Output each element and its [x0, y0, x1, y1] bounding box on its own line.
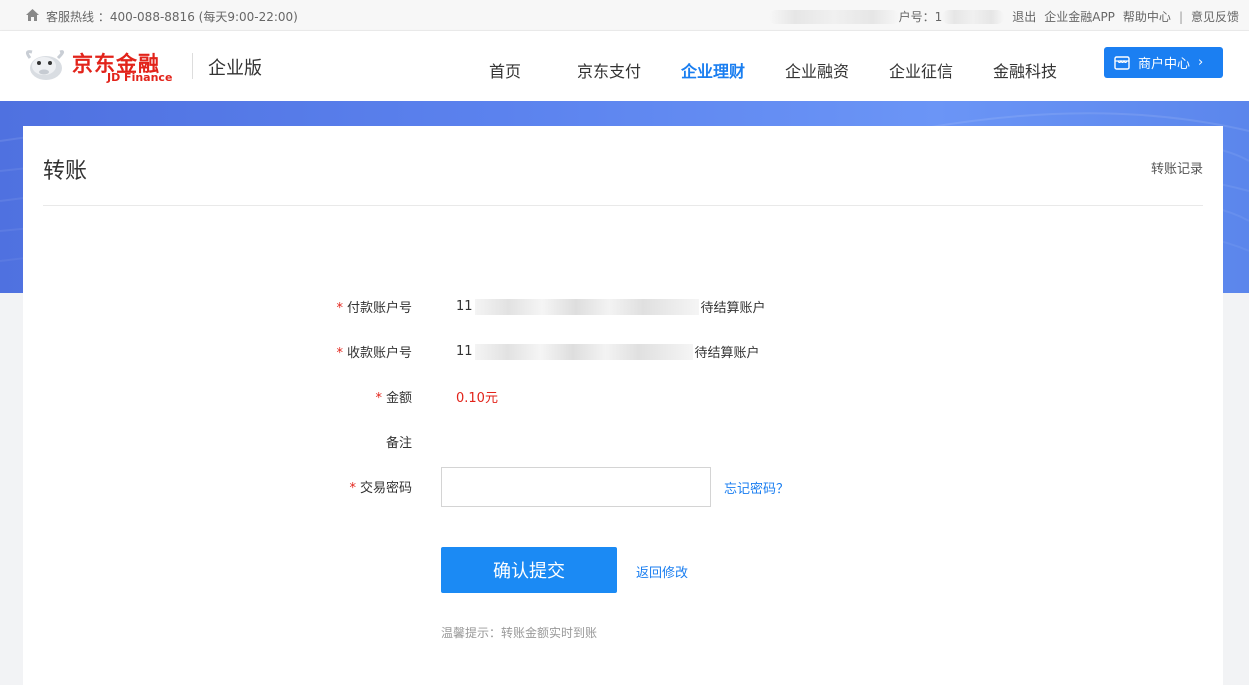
- page-title: 转账: [43, 159, 88, 184]
- merchant-center-button[interactable]: 商户中心 ›: [1104, 47, 1223, 78]
- feedback-link[interactable]: 意见反馈: [1191, 8, 1239, 25]
- payer-account-value: 11 待结算账户: [456, 297, 766, 316]
- link-separator: |: [1178, 9, 1183, 24]
- merchant-center-label: 商户中心: [1138, 57, 1191, 72]
- payee-account-type: 待结算账户: [694, 346, 760, 361]
- amount-label: * 金额: [375, 391, 412, 406]
- back-edit-link[interactable]: 返回修改: [636, 562, 688, 581]
- masked-username: [768, 9, 899, 24]
- logout-link[interactable]: 退出: [1012, 8, 1036, 25]
- main-nav: 首页 京东支付 企业理财 企业融资 企业征信 金融科技: [0, 58, 1249, 82]
- chevron-right-icon: ›: [1198, 55, 1204, 70]
- masked-account-number: [942, 9, 1005, 24]
- enterprise-app-link[interactable]: 企业金融APP: [1044, 8, 1115, 25]
- required-mark: *: [336, 346, 343, 361]
- hotline-text: 客服热线 ：400-088-8816 (每天9:00-22:00): [46, 10, 298, 24]
- payer-account-row: * 付款账户号 11 待结算账户: [23, 297, 1223, 317]
- required-mark: *: [349, 481, 356, 496]
- confirm-submit-button[interactable]: 确认提交: [441, 547, 617, 593]
- account-number-label: 户号：1: [898, 10, 943, 24]
- home-icon: [26, 9, 39, 21]
- transaction-password-input[interactable]: [441, 467, 711, 507]
- amount-value: 0.10元: [456, 391, 498, 406]
- masked-payer-account: [474, 298, 699, 315]
- payer-account-type: 待结算账户: [700, 301, 766, 316]
- transfer-tip: 温馨提示：转账金额实时到账: [441, 626, 598, 640]
- required-mark: *: [336, 301, 343, 316]
- transfer-history-link[interactable]: 转账记录: [1151, 158, 1203, 177]
- main-header: 京东金融 JD Finance 企业版 首页 京东支付 企业理财 企业融资 企业…: [0, 31, 1249, 101]
- masked-payee-account: [474, 343, 693, 360]
- nav-jd-pay[interactable]: 京东支付: [577, 58, 641, 82]
- payer-account-label: * 付款账户号: [336, 301, 412, 316]
- nav-home[interactable]: 首页: [489, 58, 521, 82]
- password-label: * 交易密码: [349, 481, 412, 496]
- required-mark: *: [375, 391, 382, 406]
- remark-row: 备注: [23, 432, 1223, 452]
- payee-account-label: * 收款账户号: [336, 346, 412, 361]
- nav-enterprise-wealth[interactable]: 企业理财: [681, 58, 745, 82]
- title-divider: [43, 205, 1203, 206]
- transfer-card: 转账 转账记录 * 付款账户号 11 待结算账户 * 收款账户号 11 待结算账户 …: [23, 126, 1223, 685]
- nav-enterprise-financing[interactable]: 企业融资: [785, 58, 849, 82]
- top-utility-bar: 客服热线 ：400-088-8816 (每天9:00-22:00) 户号：1 退…: [0, 0, 1249, 31]
- forgot-password-link[interactable]: 忘记密码？: [724, 478, 789, 497]
- store-icon: [1114, 55, 1130, 70]
- remark-label: 备注: [385, 436, 412, 451]
- payee-account-prefix: 11: [456, 344, 473, 359]
- nav-enterprise-credit[interactable]: 企业征信: [889, 58, 953, 82]
- help-center-link[interactable]: 帮助中心: [1123, 8, 1171, 25]
- payee-account-value: 11 待结算账户: [456, 342, 760, 361]
- nav-fintech[interactable]: 金融科技: [993, 58, 1057, 82]
- amount-row: * 金额 0.10元: [23, 387, 1223, 407]
- top-right-links: 户号：1 退出 企业金融APP 帮助中心 | 意见反馈: [761, 8, 1239, 25]
- payer-account-prefix: 11: [456, 299, 473, 314]
- payee-account-row: * 收款账户号 11 待结算账户: [23, 342, 1223, 362]
